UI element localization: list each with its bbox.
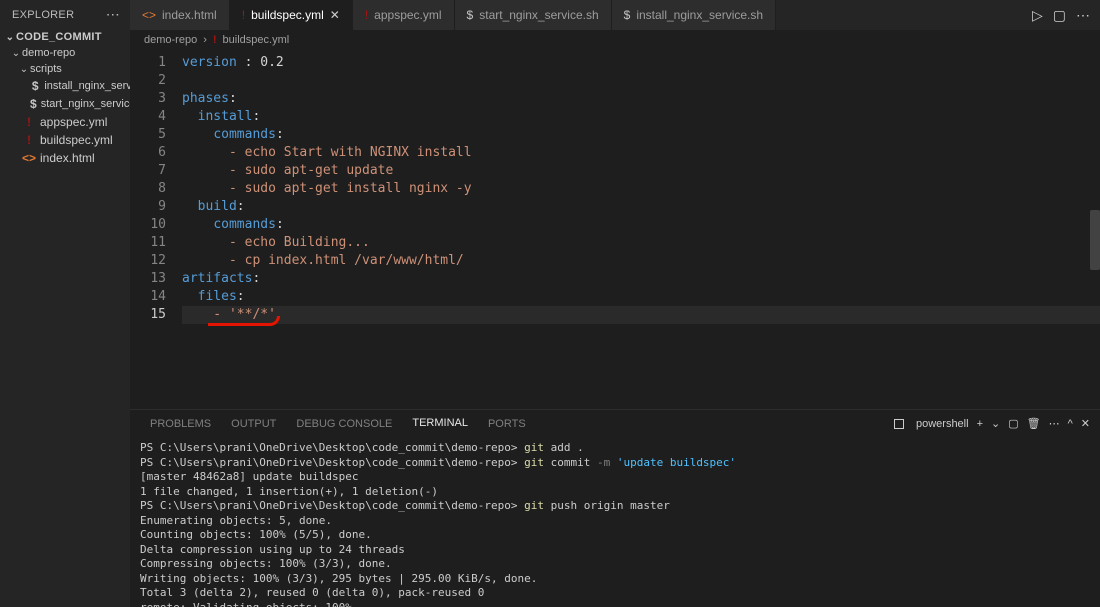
chevron-right-icon: › bbox=[203, 34, 207, 46]
close-panel-icon[interactable]: ✕ bbox=[1081, 417, 1090, 430]
file-buildspec[interactable]: !buildspec.yml bbox=[0, 131, 130, 149]
chevron-down-icon[interactable]: ⌄ bbox=[991, 417, 1000, 430]
code-content[interactable]: version : 0.2 phases: install: commands:… bbox=[178, 50, 1100, 409]
panel-tab-bar: PROBLEMS OUTPUT DEBUG CONSOLE TERMINAL P… bbox=[130, 409, 1100, 437]
explorer-title: EXPLORER bbox=[12, 9, 74, 21]
file-appspec[interactable]: !appspec.yml bbox=[0, 113, 130, 131]
panel-tab-terminal[interactable]: TERMINAL bbox=[402, 410, 478, 438]
kill-terminal-icon[interactable]: 🗑 bbox=[1027, 417, 1041, 430]
tab-install-nginx[interactable]: $install_nginx_service.sh bbox=[612, 0, 776, 30]
folder-scripts[interactable]: ⌄scripts bbox=[0, 61, 130, 77]
yaml-file-icon: ! bbox=[22, 133, 36, 147]
tab-index[interactable]: <>index.html bbox=[130, 0, 230, 30]
panel-tab-output[interactable]: OUTPUT bbox=[221, 410, 286, 438]
terminal-shell-label[interactable]: powershell bbox=[916, 418, 969, 430]
shell-file-icon: $ bbox=[30, 97, 37, 111]
split-terminal-icon[interactable]: ▢ bbox=[1008, 417, 1018, 430]
yaml-file-icon: ! bbox=[365, 8, 368, 22]
split-editor-icon[interactable]: ▢ bbox=[1053, 7, 1066, 24]
red-underline-annotation bbox=[208, 316, 280, 326]
explorer-sidebar: EXPLORER ⋯ ⌄CODE_COMMIT ⌄demo-repo ⌄scri… bbox=[0, 0, 130, 607]
chevron-down-icon: ⌄ bbox=[4, 32, 16, 43]
file-index[interactable]: <>index.html bbox=[0, 149, 130, 167]
run-icon[interactable]: ▷ bbox=[1032, 7, 1043, 24]
html-file-icon: <> bbox=[142, 8, 156, 22]
shell-file-icon: $ bbox=[467, 8, 474, 22]
scrollbar-vertical[interactable] bbox=[1090, 210, 1100, 270]
folder-repo[interactable]: ⌄demo-repo bbox=[0, 45, 130, 61]
panel-more-icon[interactable]: ⋯ bbox=[1049, 417, 1060, 430]
explorer-more-icon[interactable]: ⋯ bbox=[106, 6, 120, 23]
shell-icon bbox=[894, 419, 904, 429]
tab-bar: <>index.html !buildspec.yml✕ !appspec.ym… bbox=[130, 0, 1100, 30]
panel-tab-problems[interactable]: PROBLEMS bbox=[140, 410, 221, 438]
tab-start-nginx[interactable]: $start_nginx_service.sh bbox=[455, 0, 612, 30]
panel-tab-debug[interactable]: DEBUG CONSOLE bbox=[286, 410, 402, 438]
new-terminal-icon[interactable]: + bbox=[977, 418, 983, 430]
folder-root[interactable]: ⌄CODE_COMMIT bbox=[0, 29, 130, 45]
yaml-file-icon: ! bbox=[213, 34, 217, 46]
file-install-nginx[interactable]: $install_nginx_service.sh bbox=[0, 77, 130, 95]
breadcrumb[interactable]: demo-repo › ! buildspec.yml bbox=[130, 30, 1100, 50]
editor-area[interactable]: 123456789101112131415 version : 0.2 phas… bbox=[130, 50, 1100, 409]
tab-buildspec[interactable]: !buildspec.yml✕ bbox=[230, 0, 353, 30]
terminal[interactable]: PS C:\Users\prani\OneDrive\Desktop\code_… bbox=[130, 437, 1100, 607]
shell-file-icon: $ bbox=[30, 79, 40, 93]
shell-file-icon: $ bbox=[624, 8, 631, 22]
tab-more-icon[interactable]: ⋯ bbox=[1076, 7, 1090, 24]
html-file-icon: <> bbox=[22, 151, 36, 165]
line-gutter: 123456789101112131415 bbox=[130, 50, 178, 409]
editor-main: <>index.html !buildspec.yml✕ !appspec.ym… bbox=[130, 0, 1100, 607]
chevron-down-icon: ⌄ bbox=[18, 64, 30, 75]
yaml-file-icon: ! bbox=[242, 8, 245, 22]
panel-tab-ports[interactable]: PORTS bbox=[478, 410, 536, 438]
file-start-nginx[interactable]: $start_nginx_service.sh bbox=[0, 95, 130, 113]
yaml-file-icon: ! bbox=[22, 115, 36, 129]
close-icon[interactable]: ✕ bbox=[330, 8, 340, 22]
tab-appspec[interactable]: !appspec.yml bbox=[353, 0, 455, 30]
chevron-down-icon: ⌄ bbox=[10, 48, 22, 59]
maximize-panel-icon[interactable]: ^ bbox=[1068, 418, 1073, 430]
